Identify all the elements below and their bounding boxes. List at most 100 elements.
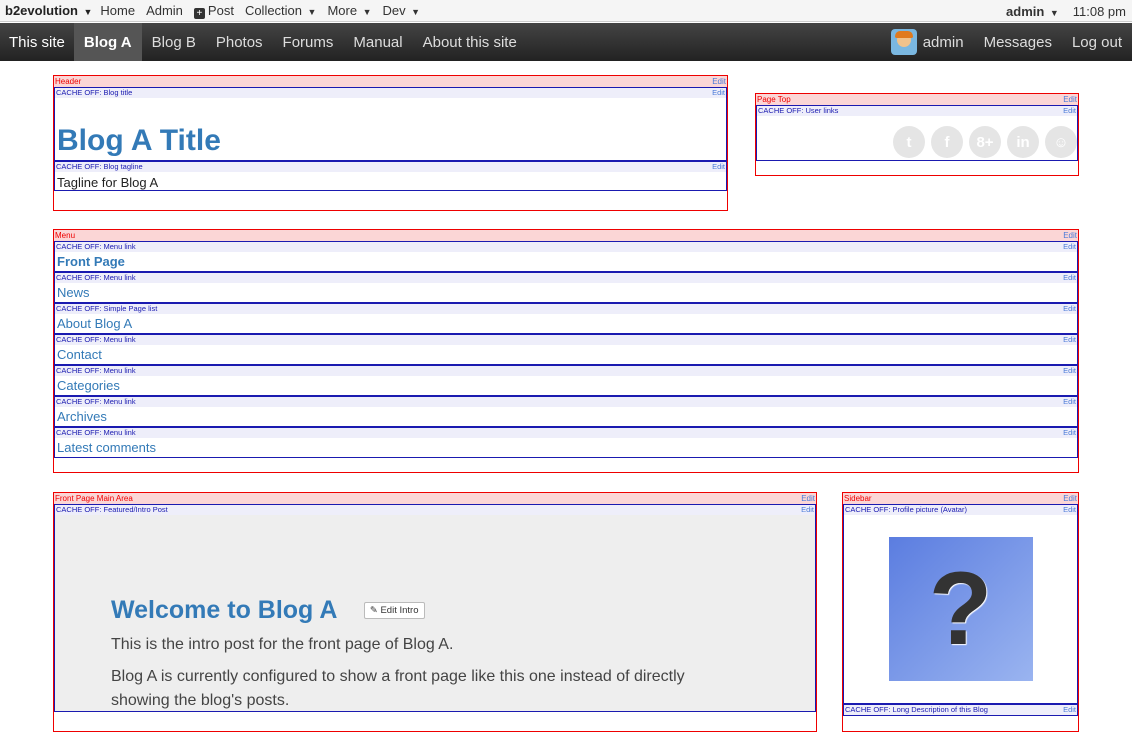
toolbar-collection[interactable]: Collection ▼ xyxy=(245,3,317,18)
edit-link[interactable]: Edit xyxy=(1063,94,1077,105)
widget-label: CACHE OFF: Menu link xyxy=(56,242,136,251)
toolbar-home[interactable]: Home xyxy=(100,3,135,18)
edit-link[interactable]: Edit xyxy=(1063,705,1076,715)
toolbar-admin[interactable]: Admin xyxy=(146,3,183,18)
widget-label: CACHE OFF: Menu link xyxy=(56,273,136,282)
widget-label: CACHE OFF: Blog title xyxy=(56,88,133,97)
avatar xyxy=(890,29,917,55)
github-icon[interactable]: ☺ xyxy=(1045,126,1077,158)
edit-link[interactable]: Edit xyxy=(1063,230,1077,241)
edit-intro-button[interactable]: ✎ Edit Intro xyxy=(363,602,425,619)
plus-icon: + xyxy=(193,7,205,19)
edit-link[interactable]: Edit xyxy=(1063,335,1076,345)
menu-widget-news: CACHE OFF: Menu link Edit News xyxy=(54,272,1078,303)
tab-photos[interactable]: Photos xyxy=(206,23,273,61)
intro-post-widget: CACHE OFF: Featured/Intro Post Edit Welco… xyxy=(54,504,816,712)
widget-label: CACHE OFF: Menu link xyxy=(56,366,136,375)
toolbar-dev[interactable]: Dev ▼ xyxy=(383,3,421,18)
container-label: Sidebar xyxy=(844,494,872,503)
toolbar-user-menu[interactable]: admin ▼ xyxy=(1006,4,1059,19)
edit-link[interactable]: Edit xyxy=(1063,505,1076,515)
edit-link[interactable]: Edit xyxy=(1063,428,1076,438)
twitter-icon[interactable]: t xyxy=(893,126,925,158)
nav-user[interactable]: admin xyxy=(881,23,974,61)
menu-widget-contact: CACHE OFF: Menu link Edit Contact xyxy=(54,334,1078,365)
edit-link[interactable]: Edit xyxy=(1063,366,1076,376)
tab-about-this-site[interactable]: About this site xyxy=(413,23,527,61)
intro-post: Welcome to Blog A ✎ Edit Intro This is t… xyxy=(55,515,815,711)
profile-picture-box: ? xyxy=(844,515,1077,703)
menu-container: Menu Edit CACHE OFF: Menu link Edit Front … xyxy=(53,229,1079,473)
widget-label: CACHE OFF: Long Description of this Blog xyxy=(845,705,988,714)
nav-messages[interactable]: Messages xyxy=(974,23,1062,61)
edit-link[interactable]: Edit xyxy=(1063,273,1076,283)
nav-this-site[interactable]: This site xyxy=(0,23,74,61)
menu-link-latest-comments[interactable]: Latest comments xyxy=(55,438,1077,457)
blog-title-widget: CACHE OFF: Blog title Edit Blog A Title xyxy=(54,87,727,161)
tab-blog-b[interactable]: Blog B xyxy=(142,23,206,61)
page-top-container: Page Top Edit CACHE OFF: User links Edit t… xyxy=(755,93,1079,176)
menu-link-front-page[interactable]: Front Page xyxy=(55,252,1077,271)
menu-widget-about: CACHE OFF: Simple Page list Edit About Bl… xyxy=(54,303,1078,334)
widget-label: CACHE OFF: Profile picture (Avatar) xyxy=(845,505,967,514)
blog-tagline: Tagline for Blog A xyxy=(57,175,159,190)
profile-picture[interactable]: ? xyxy=(888,537,1033,681)
toolbar-more[interactable]: More ▼ xyxy=(327,3,371,18)
edit-link[interactable]: Edit xyxy=(1063,304,1076,314)
blog-tagline-widget: CACHE OFF: Blog tagline Edit Tagline for … xyxy=(54,161,727,191)
widget-label: CACHE OFF: Menu link xyxy=(56,428,136,437)
tab-manual[interactable]: Manual xyxy=(343,23,412,61)
toolbar-time: 11:08 pm xyxy=(1072,3,1126,19)
intro-paragraph-1: This is the intro post for the front pag… xyxy=(111,636,454,653)
tab-blog-a[interactable]: Blog A xyxy=(73,23,142,61)
container-label: Menu xyxy=(55,231,76,240)
tab-forums[interactable]: Forums xyxy=(273,23,344,61)
widget-label: CACHE OFF: Simple Page list xyxy=(56,304,158,313)
edit-link[interactable]: Edit xyxy=(1063,493,1077,504)
edit-link[interactable]: Edit xyxy=(712,88,725,98)
menu-link-news[interactable]: News xyxy=(55,283,1077,302)
google-plus-icon[interactable]: 8+ xyxy=(969,126,1001,158)
container-label: Header xyxy=(55,77,82,86)
menu-link-archives[interactable]: Archives xyxy=(55,407,1077,426)
menu-widget-archives: CACHE OFF: Menu link Edit Archives xyxy=(54,396,1078,427)
menu-link-contact[interactable]: Contact xyxy=(55,345,1077,364)
header-container: Header Edit CACHE OFF: Blog title Edit Blo… xyxy=(53,75,728,211)
facebook-icon[interactable]: f xyxy=(931,126,963,158)
intro-paragraph-2: Blog A is currently configured to show a… xyxy=(111,668,685,709)
edit-link[interactable]: Edit xyxy=(1063,242,1076,252)
sidebar-container: Sidebar Edit CACHE OFF: Profile picture (… xyxy=(842,492,1079,732)
edit-link[interactable]: Edit xyxy=(1063,106,1076,116)
edit-link[interactable]: Edit xyxy=(801,505,814,515)
container-label: Page Top xyxy=(757,95,791,104)
edit-link[interactable]: Edit xyxy=(712,76,726,87)
toolbar-post[interactable]: + Post xyxy=(193,3,234,19)
menu-link-categories[interactable]: Categories xyxy=(55,376,1077,395)
brand-menu[interactable]: b2evolution ▼ xyxy=(5,3,92,18)
edit-icon: ✎ xyxy=(369,605,381,616)
edit-link[interactable]: Edit xyxy=(801,493,815,504)
site-nav: This site Blog A Blog B Photos Forums Ma… xyxy=(0,23,1132,61)
widget-label: CACHE OFF: Menu link xyxy=(56,397,136,406)
admin-toolbar: b2evolution ▼ Home Admin + Post Collectio… xyxy=(0,0,1132,22)
edit-link[interactable]: Edit xyxy=(712,162,725,172)
widget-label: CACHE OFF: Menu link xyxy=(56,335,136,344)
linkedin-icon[interactable]: in xyxy=(1007,126,1039,158)
edit-link[interactable]: Edit xyxy=(1063,397,1076,407)
menu-widget-latest-comments: CACHE OFF: Menu link Edit Latest comments xyxy=(54,427,1078,458)
blog-title[interactable]: Blog A Title xyxy=(55,98,726,160)
question-mark-icon: ? xyxy=(928,550,993,667)
menu-widget-categories: CACHE OFF: Menu link Edit Categories xyxy=(54,365,1078,396)
nav-logout[interactable]: Log out xyxy=(1062,23,1132,61)
long-description-widget: CACHE OFF: Long Description of this Blog… xyxy=(843,704,1078,716)
avatar-widget: CACHE OFF: Profile picture (Avatar) Edit … xyxy=(843,504,1078,704)
widget-label: CACHE OFF: User links xyxy=(758,106,839,115)
widget-label: CACHE OFF: Featured/Intro Post xyxy=(56,505,168,514)
widget-label: CACHE OFF: Blog tagline xyxy=(56,162,143,171)
container-label: Front Page Main Area xyxy=(55,494,133,503)
menu-link-about-blog-a[interactable]: About Blog A xyxy=(55,314,1077,333)
social-links: t f 8+ in ☺ xyxy=(757,116,1077,160)
intro-heading[interactable]: Welcome to Blog A xyxy=(111,596,337,625)
main-area-container: Front Page Main Area Edit CACHE OFF: Feat… xyxy=(53,492,817,732)
user-links-widget: CACHE OFF: User links Edit t f 8+ in ☺ xyxy=(756,105,1078,161)
